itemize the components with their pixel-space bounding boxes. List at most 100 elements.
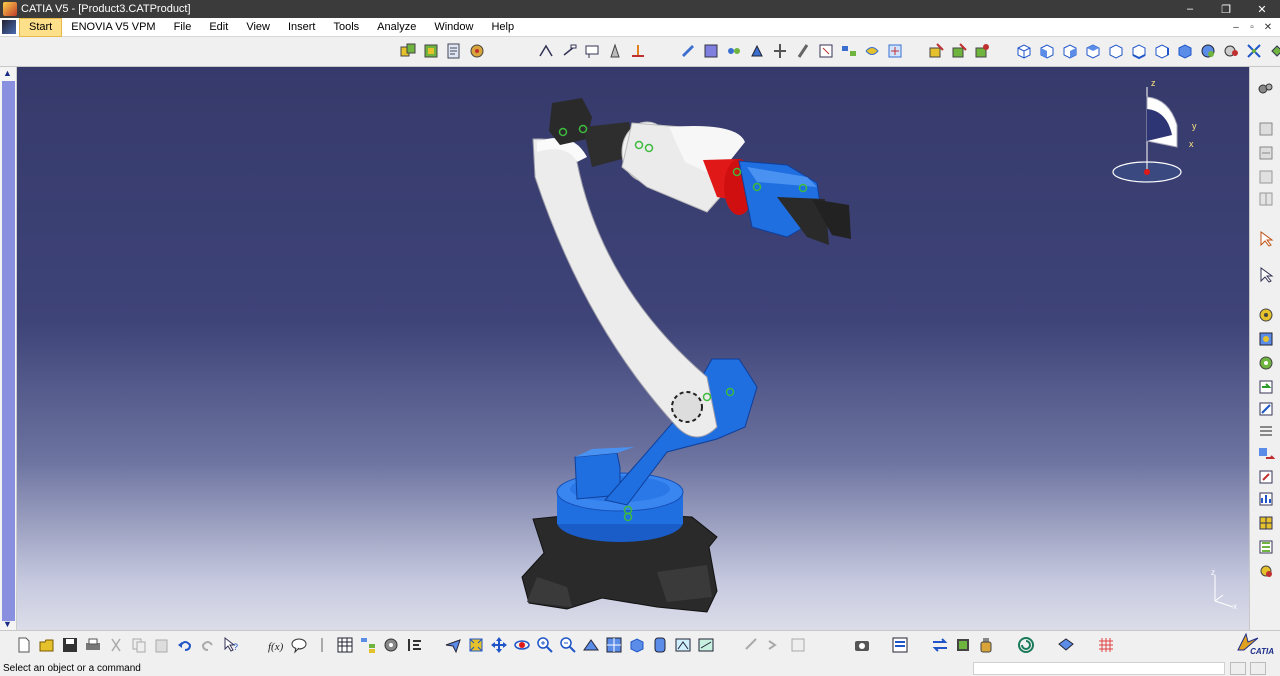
assembly-tree-icon[interactable]: [1256, 189, 1276, 209]
menu-file[interactable]: File: [165, 18, 201, 37]
open-icon[interactable]: [37, 635, 57, 655]
compass-widget[interactable]: z y x: [1107, 77, 1227, 187]
left-view-icon[interactable]: [1083, 41, 1103, 61]
graph-icon[interactable]: [1256, 489, 1276, 509]
front-view-icon[interactable]: [1037, 41, 1057, 61]
explode-icon[interactable]: [724, 41, 744, 61]
scroll-down-icon[interactable]: ▼: [3, 619, 12, 629]
command-list-button[interactable]: [1230, 662, 1246, 675]
menu-view[interactable]: View: [237, 18, 279, 37]
refresh-icon[interactable]: [1016, 635, 1036, 655]
new-icon[interactable]: [14, 635, 34, 655]
align-icon[interactable]: [404, 635, 424, 655]
cursor-icon[interactable]: [1256, 265, 1276, 285]
quick-constraint-icon[interactable]: [949, 41, 969, 61]
bottom-view-icon[interactable]: [1152, 41, 1172, 61]
minimize-icon[interactable]: –: [1172, 0, 1208, 18]
top-view-icon[interactable]: [1129, 41, 1149, 61]
scroll-up-icon[interactable]: ▲: [3, 68, 12, 78]
render-style-icon[interactable]: [1198, 41, 1218, 61]
undo-icon[interactable]: [175, 635, 195, 655]
menu-edit[interactable]: Edit: [200, 18, 237, 37]
manipulate-icon[interactable]: [701, 41, 721, 61]
replace-icon[interactable]: [1256, 399, 1276, 419]
fly-mode-icon[interactable]: [1267, 41, 1280, 61]
formula-icon[interactable]: f(x): [266, 635, 286, 655]
cube-icon[interactable]: [1056, 635, 1076, 655]
tools-icon[interactable]: [953, 635, 973, 655]
paste-icon[interactable]: [152, 635, 172, 655]
table-icon[interactable]: [1256, 513, 1276, 533]
clash-icon[interactable]: [770, 41, 790, 61]
scroll-thumb[interactable]: [2, 81, 15, 621]
save-icon[interactable]: [60, 635, 80, 655]
gear3-icon[interactable]: [1256, 353, 1276, 373]
vertical-scrollbar[interactable]: ▲ ▼: [0, 67, 17, 630]
constraint-icon[interactable]: [793, 41, 813, 61]
menu-tools[interactable]: Tools: [324, 18, 368, 37]
contact-icon[interactable]: [839, 41, 859, 61]
menu-window[interactable]: Window: [425, 18, 482, 37]
menu-analyze[interactable]: Analyze: [368, 18, 425, 37]
move-icon[interactable]: [1256, 445, 1276, 465]
reorder-icon[interactable]: [1256, 421, 1276, 441]
paint-icon[interactable]: [605, 41, 625, 61]
bottle-icon[interactable]: [976, 635, 996, 655]
stop-icon[interactable]: [747, 41, 767, 61]
comment-icon[interactable]: [289, 635, 309, 655]
measure-icon[interactable]: [381, 635, 401, 655]
cut-icon[interactable]: [106, 635, 126, 655]
pan-icon[interactable]: [489, 635, 509, 655]
analysis-icon[interactable]: [1256, 561, 1276, 581]
assembly-icon[interactable]: [398, 41, 418, 61]
zoom-out-icon[interactable]: [558, 635, 578, 655]
view-icon[interactable]: [1256, 143, 1276, 163]
quick-view-icon[interactable]: [627, 635, 647, 655]
iso-view-icon[interactable]: [1014, 41, 1034, 61]
robot-arm-model[interactable]: [17, 67, 1249, 630]
view-modes-icon[interactable]: [1244, 41, 1264, 61]
sketcher-icon[interactable]: [1256, 119, 1276, 139]
redo-icon[interactable]: [198, 635, 218, 655]
command-input[interactable]: [973, 662, 1225, 675]
normal-view-icon[interactable]: [581, 635, 601, 655]
rotate-icon[interactable]: [512, 635, 532, 655]
part-design-icon[interactable]: [1256, 167, 1276, 187]
annotation-icon[interactable]: [582, 41, 602, 61]
3d-viewport[interactable]: z y x z x: [17, 67, 1249, 630]
hide-show-icon[interactable]: [673, 635, 693, 655]
fix-icon[interactable]: [816, 41, 836, 61]
back-view-icon[interactable]: [1060, 41, 1080, 61]
product-icon[interactable]: [444, 41, 464, 61]
menu-enovia[interactable]: ENOVIA V5 VPM: [62, 18, 164, 37]
link3-icon[interactable]: [788, 635, 808, 655]
insert-icon[interactable]: [1256, 537, 1276, 557]
close-icon[interactable]: ✕: [1244, 0, 1280, 18]
multi-view-icon[interactable]: [604, 635, 624, 655]
doc-restore-icon[interactable]: ▫: [1244, 18, 1260, 37]
angle-icon[interactable]: [885, 41, 905, 61]
menu-start[interactable]: Start: [19, 17, 63, 37]
menu-insert[interactable]: Insert: [279, 18, 325, 37]
snap-icon[interactable]: [536, 41, 556, 61]
component-icon[interactable]: [421, 41, 441, 61]
compare-icon[interactable]: [890, 635, 910, 655]
gear2-icon[interactable]: [1256, 329, 1276, 349]
restore-icon[interactable]: ❐: [1208, 0, 1244, 18]
zoom-in-icon[interactable]: [535, 635, 555, 655]
fit-all-icon[interactable]: [466, 635, 486, 655]
print-icon[interactable]: [83, 635, 103, 655]
link1-icon[interactable]: [742, 635, 762, 655]
command-history-button[interactable]: [1250, 662, 1266, 675]
hierarchy-icon[interactable]: [358, 635, 378, 655]
camera-icon[interactable]: [852, 635, 872, 655]
grid-icon[interactable]: [1096, 635, 1116, 655]
document-system-icon[interactable]: [2, 20, 16, 34]
doc-close-icon[interactable]: ✕: [1260, 18, 1276, 37]
right-view-icon[interactable]: [1106, 41, 1126, 61]
select-arrow-icon[interactable]: [1256, 229, 1276, 249]
named-view-icon[interactable]: [1175, 41, 1195, 61]
copy-icon[interactable]: [129, 635, 149, 655]
menu-help[interactable]: Help: [482, 18, 523, 37]
fix-together-icon[interactable]: [926, 41, 946, 61]
